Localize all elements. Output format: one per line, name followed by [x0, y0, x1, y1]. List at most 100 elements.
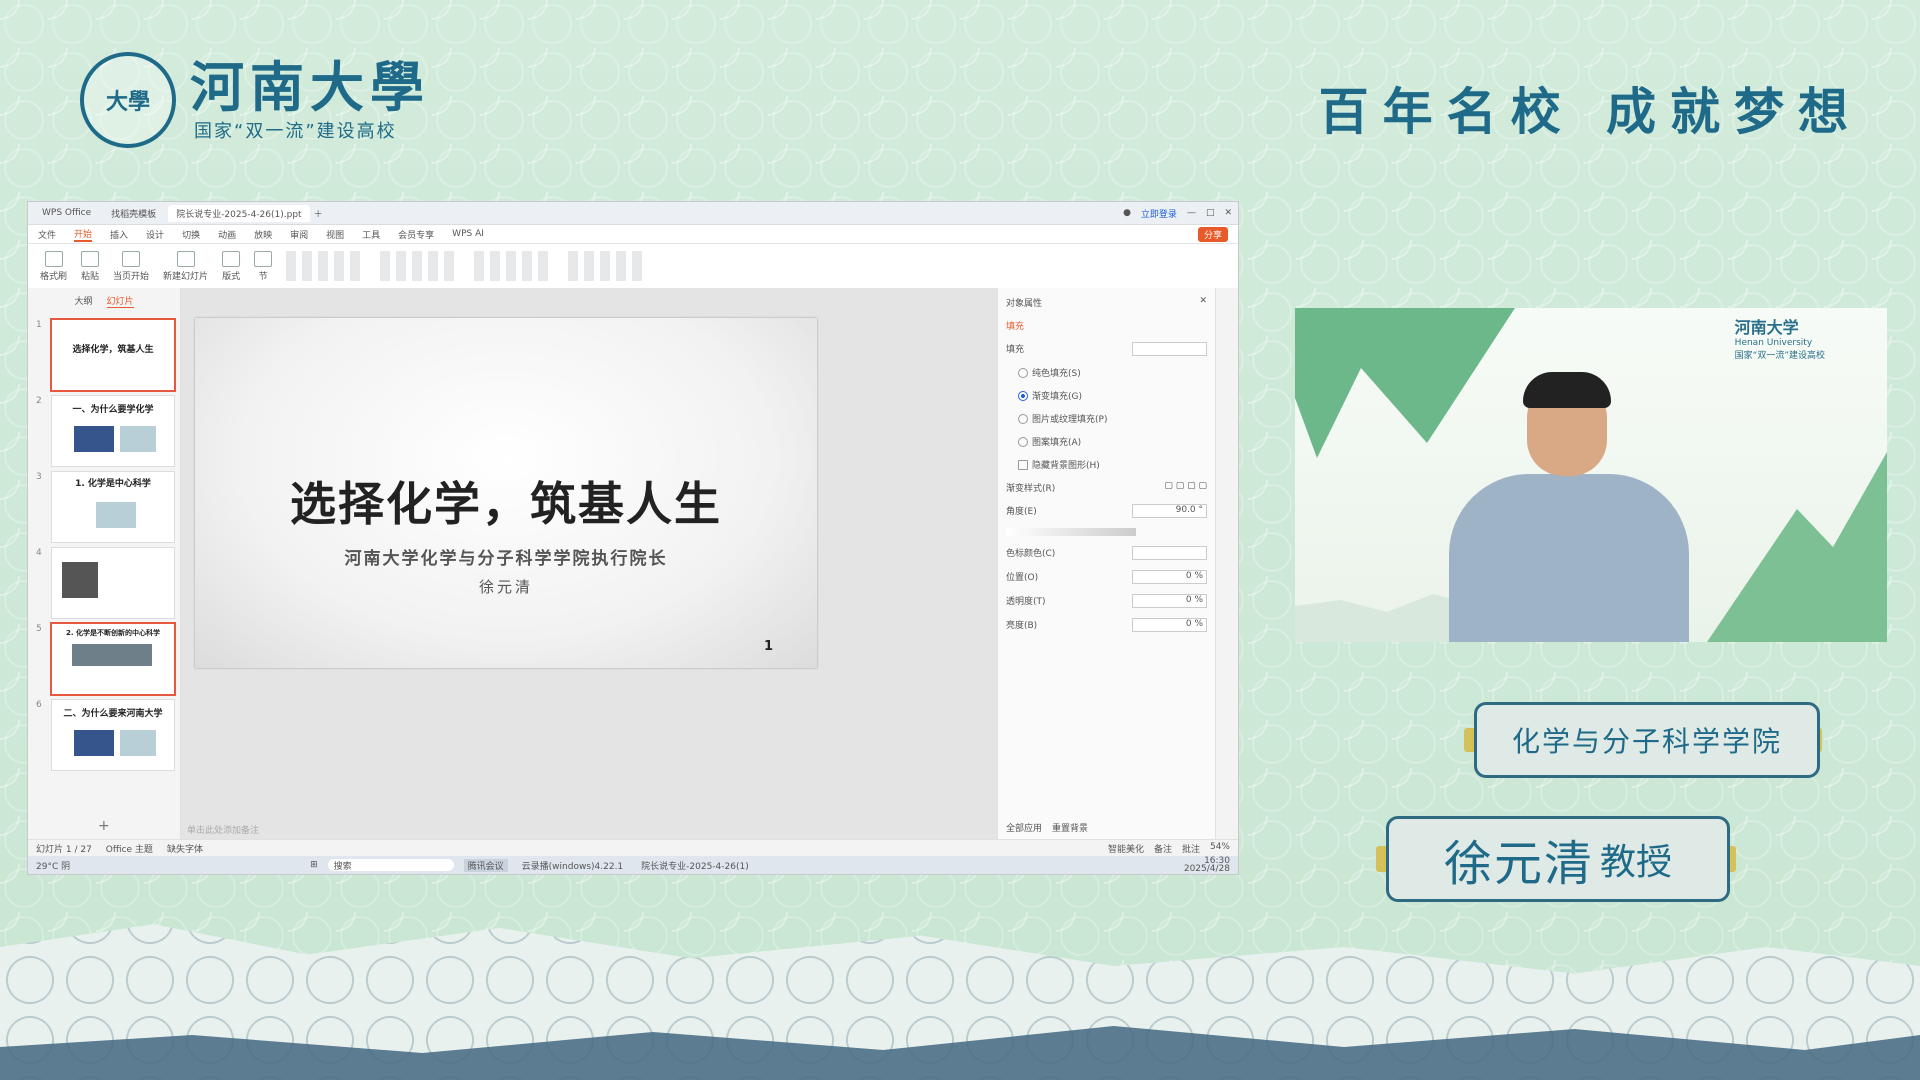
taskbar-search[interactable]: 搜索 — [327, 859, 454, 872]
notes-button[interactable]: 备注 — [1154, 842, 1172, 855]
menu-member[interactable]: 会员专享 — [398, 228, 434, 241]
taskbar-clock[interactable]: 16:30 2025/4/28 — [1184, 857, 1230, 874]
gradient-slider[interactable] — [1006, 528, 1136, 536]
option-pattern[interactable]: 图案填充(A) — [1018, 435, 1207, 448]
start-slideshow-button[interactable]: 当页开始 — [113, 250, 149, 282]
position-input[interactable]: 0 % — [1132, 570, 1207, 584]
paste-button[interactable]: 粘贴 — [81, 250, 100, 282]
slide-icon — [176, 250, 195, 267]
thumbnail-diagram — [96, 502, 136, 528]
new-tab-icon[interactable]: ＋ — [314, 207, 323, 220]
tab-outline[interactable]: 大纲 — [74, 294, 92, 308]
option-hide-background[interactable]: 隐藏背景图形(H) — [1018, 458, 1207, 471]
paragraph-controls[interactable] — [380, 251, 461, 281]
name-badge: 徐元清 教授 — [1386, 816, 1730, 902]
angle-label: 角度(E) — [1006, 507, 1037, 517]
share-button[interactable]: 分享 — [1197, 226, 1228, 242]
reset-background-button[interactable]: 重置背景 — [1052, 821, 1088, 834]
university-logo: 大學 河南大學 国家“双一流”建设高校 — [80, 52, 430, 148]
option-gradient[interactable]: 渐变填充(G) — [1018, 389, 1207, 402]
slide-thumbnail[interactable]: 6 二、为什么要来河南大学 — [36, 700, 174, 770]
color-select[interactable] — [1132, 546, 1207, 560]
transparency-input[interactable]: 0 % — [1132, 594, 1207, 608]
color-label: 色标颜色(C) — [1006, 549, 1056, 559]
menu-file[interactable]: 文件 — [38, 228, 56, 241]
menu-transition[interactable]: 切换 — [182, 228, 200, 241]
zoom-level[interactable]: 54% — [1210, 842, 1230, 855]
presenter-hair — [1523, 372, 1611, 408]
taskbar-app-recorder[interactable]: 云录播(windows)4.22.1 — [518, 859, 627, 872]
menu-wps-ai[interactable]: WPS AI — [452, 229, 484, 239]
side-toolbar[interactable] — [1215, 288, 1238, 840]
close-panel-icon[interactable]: ✕ — [1199, 296, 1207, 309]
video-logo: 河南大学 Henan University 国家“双一流”建设高校 — [1734, 318, 1825, 361]
slide-thumbnail[interactable]: 2 一、为什么要学化学 — [36, 396, 174, 466]
fill-select[interactable] — [1132, 342, 1207, 356]
menu-home[interactable]: 开始 — [74, 227, 93, 242]
layout-icon — [222, 250, 241, 267]
layout-button[interactable]: 版式 — [222, 250, 241, 282]
thumbnail-portrait — [62, 562, 98, 598]
taskbar-app-meeting[interactable]: 腾讯会议 — [463, 858, 508, 872]
missing-font[interactable]: 缺失字体 — [167, 842, 203, 855]
slide-subtitle[interactable]: 河南大学化学与分子科学学院执行院长 — [195, 544, 817, 569]
comments-button[interactable]: 批注 — [1182, 842, 1200, 855]
section-button[interactable]: 节 — [254, 250, 273, 282]
tab-slides[interactable]: 幻灯片 — [106, 294, 134, 308]
presenter-body — [1449, 474, 1689, 642]
user-icon[interactable]: ● — [1123, 208, 1131, 218]
font-controls[interactable] — [286, 251, 367, 281]
login-link[interactable]: 立即登录 — [1141, 207, 1177, 220]
brush-icon — [44, 250, 63, 267]
slide-thumbnail[interactable]: 5 2. 化学是不断创新的中心科学 — [36, 624, 174, 694]
notes-placeholder[interactable]: 单击此处添加备注 — [187, 823, 259, 836]
clipboard-icon — [81, 250, 100, 267]
slide-author[interactable]: 徐元清 — [195, 576, 817, 597]
radio-icon — [1018, 413, 1028, 424]
slide-thumbnail[interactable]: 3 1. 化学是中心科学 — [36, 472, 174, 542]
add-slide-icon[interactable]: + — [98, 818, 110, 834]
taskbar-app-wps[interactable]: 院长说专业-2025-4-26(1) — [637, 859, 753, 872]
menu-review[interactable]: 审阅 — [290, 228, 308, 241]
menu-animation[interactable]: 动画 — [218, 228, 236, 241]
close-icon[interactable]: ✕ — [1224, 208, 1232, 218]
play-icon — [122, 250, 141, 267]
thumbnail-image — [120, 426, 156, 452]
minimize-icon[interactable]: — — [1187, 208, 1196, 218]
beautify-button[interactable]: 智能美化 — [1108, 842, 1144, 855]
radio-icon — [1018, 390, 1028, 401]
current-slide[interactable]: 选择化学，筑基人生 河南大学化学与分子科学学院执行院长 徐元清 1 — [195, 318, 817, 668]
gradient-style-label: 渐变样式(R) — [1006, 484, 1056, 494]
angle-input[interactable]: 90.0 ° — [1132, 504, 1207, 518]
menu-slideshow[interactable]: 放映 — [254, 228, 272, 241]
object-properties-panel: 对象属性 ✕ 填充 填充 纯色填充(S) 渐变填充(G) 图片或纹理填充(P) 图… — [997, 288, 1215, 840]
slide-thumbnail[interactable]: 1 选择化学，筑基人生 — [36, 320, 174, 390]
fill-tab[interactable]: 填充 — [1006, 319, 1207, 332]
menu-tools[interactable]: 工具 — [362, 228, 380, 241]
wps-window: WPS Office 找稻壳模板 院长说专业-2025-4-26(1).ppt … — [28, 202, 1238, 874]
brightness-input[interactable]: 0 % — [1132, 618, 1207, 632]
ribbon-toolbar: 格式刷 粘贴 当页开始 新建幻灯片 版式 节 — [28, 244, 1238, 289]
menu-design[interactable]: 设计 — [146, 228, 164, 241]
title-bar: WPS Office 找稻壳模板 院长说专业-2025-4-26(1).ppt … — [28, 202, 1238, 225]
menu-bar: 文件 开始 插入 设计 切换 动画 放映 审阅 视图 工具 会员专享 WPS A… — [28, 225, 1238, 244]
apply-all-button[interactable]: 全部应用 — [1006, 821, 1042, 834]
drawing-controls[interactable] — [474, 251, 555, 281]
format-painter-button[interactable]: 格式刷 — [40, 250, 67, 282]
weather-widget[interactable]: 29°C 阴 — [36, 859, 70, 872]
tab-wps-office[interactable]: WPS Office — [34, 206, 99, 220]
slide-thumbnail[interactable]: 4 — [36, 548, 174, 618]
slide-title[interactable]: 选择化学，筑基人生 — [195, 468, 817, 534]
editing-controls[interactable] — [568, 251, 649, 281]
radio-icon — [1018, 367, 1028, 378]
menu-insert[interactable]: 插入 — [110, 228, 128, 241]
tab-document[interactable]: 院长说专业-2025-4-26(1).ppt — [168, 204, 310, 222]
gradient-style-buttons[interactable]: ▢ ▢ ▢ ▢ — [1164, 481, 1207, 494]
tab-template[interactable]: 找稻壳模板 — [103, 205, 164, 222]
new-slide-button[interactable]: 新建幻灯片 — [163, 250, 208, 282]
option-solid[interactable]: 纯色填充(S) — [1018, 366, 1207, 379]
maximize-icon[interactable]: □ — [1206, 208, 1215, 218]
windows-start-icon[interactable]: ⊞ — [310, 860, 318, 870]
option-picture[interactable]: 图片或纹理填充(P) — [1018, 412, 1207, 425]
menu-view[interactable]: 视图 — [326, 228, 344, 241]
